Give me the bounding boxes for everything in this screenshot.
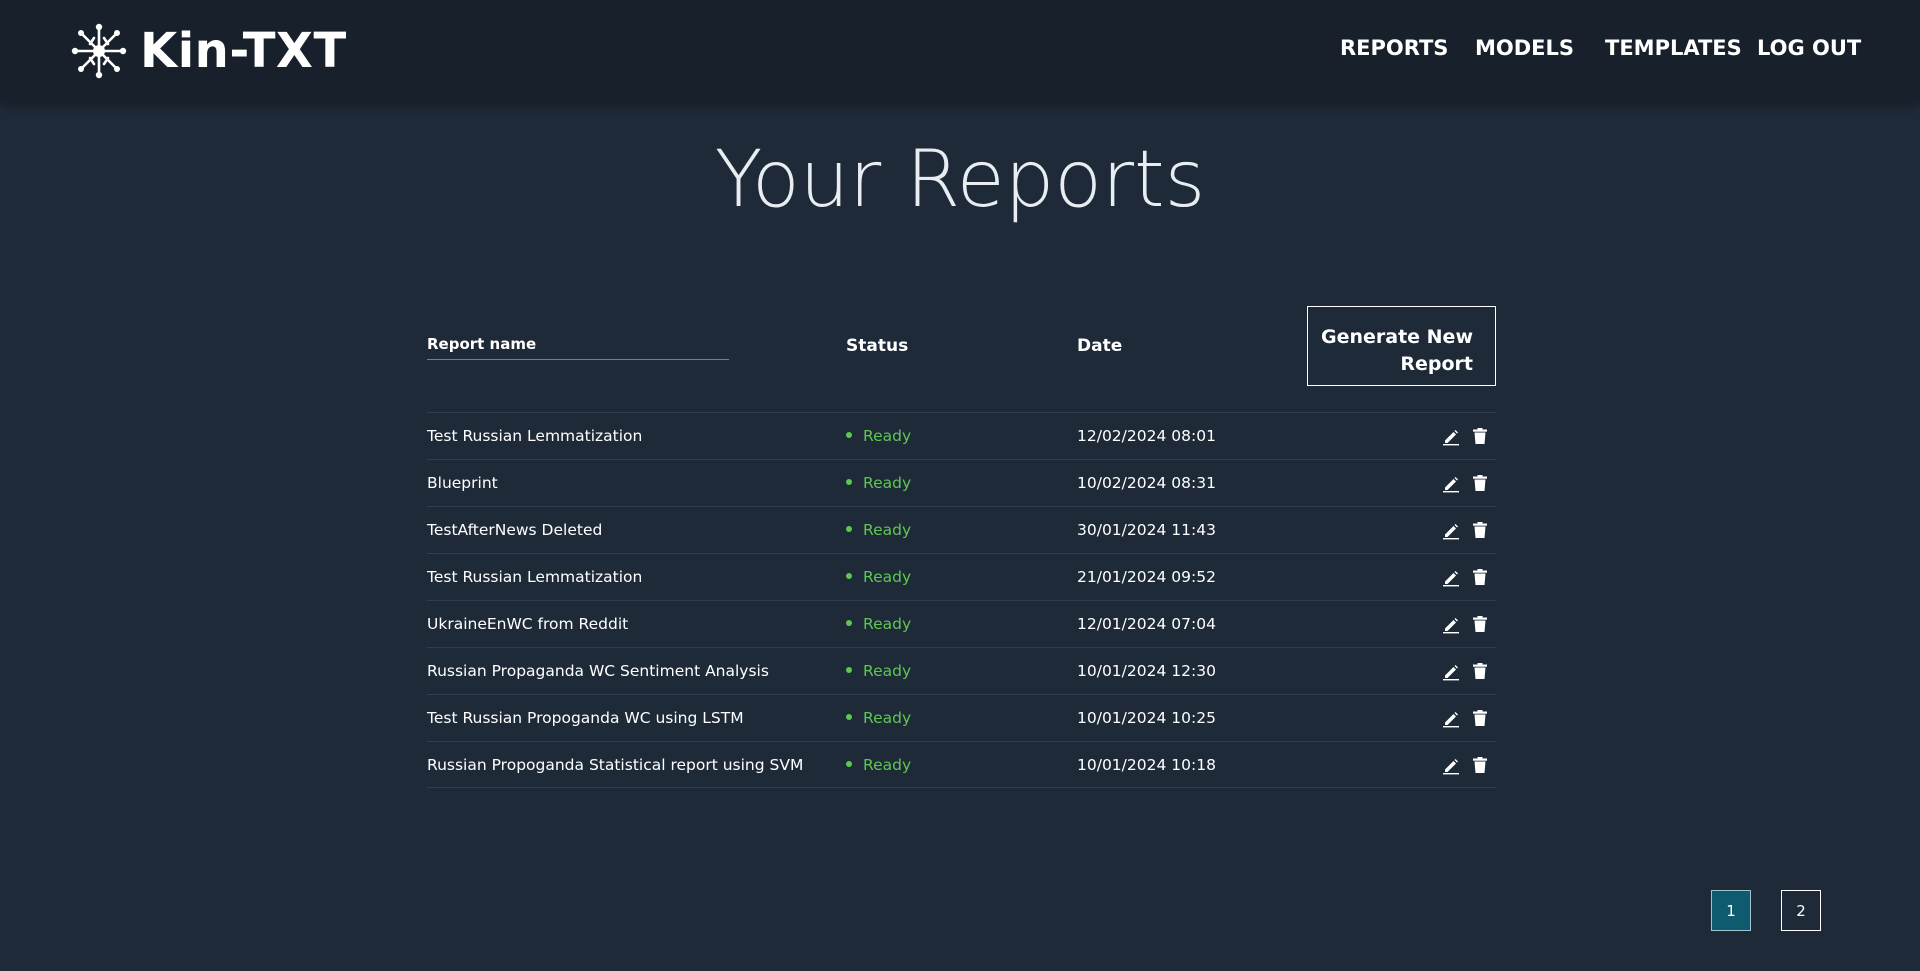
status-text: Ready bbox=[863, 521, 912, 539]
report-date: 21/01/2024 09:52 bbox=[1077, 568, 1216, 586]
report-name[interactable]: UkraineEnWC from Reddit bbox=[427, 615, 628, 633]
report-name-input[interactable] bbox=[427, 324, 729, 359]
pencil-icon[interactable] bbox=[1441, 661, 1461, 681]
report-name[interactable]: TestAfterNews Deleted bbox=[427, 521, 602, 539]
date-column-header: Date bbox=[1077, 336, 1123, 356]
status-text: Ready bbox=[863, 709, 912, 727]
status-text: Ready bbox=[863, 568, 912, 586]
pencil-icon[interactable] bbox=[1441, 426, 1461, 446]
status-badge: Ready bbox=[846, 568, 911, 586]
pencil-icon[interactable] bbox=[1441, 614, 1461, 634]
pencil-icon[interactable] bbox=[1441, 567, 1461, 587]
status-text: Ready bbox=[863, 474, 912, 492]
report-date: 10/01/2024 10:25 bbox=[1077, 709, 1216, 727]
report-date: 30/01/2024 11:43 bbox=[1077, 521, 1216, 539]
report-date: 12/02/2024 08:01 bbox=[1077, 427, 1216, 445]
row-actions bbox=[1441, 520, 1490, 540]
row-actions bbox=[1441, 426, 1490, 446]
page-2-button[interactable]: 2 bbox=[1781, 890, 1821, 931]
status-dot-icon bbox=[846, 761, 852, 767]
status-badge: Ready bbox=[846, 709, 911, 727]
report-date: 12/01/2024 07:04 bbox=[1077, 615, 1216, 633]
main-nav: REPORTS MODELS TEMPLATES LOG OUT bbox=[0, 36, 1920, 66]
status-text: Ready bbox=[863, 756, 912, 774]
status-dot-icon bbox=[846, 479, 852, 485]
status-dot-icon bbox=[846, 667, 852, 673]
status-badge: Ready bbox=[846, 615, 911, 633]
table-row[interactable]: UkraineEnWC from Reddit Ready 12/01/2024 0… bbox=[427, 600, 1496, 647]
status-text: Ready bbox=[863, 662, 912, 680]
report-name[interactable]: Russian Propaganda WC Sentiment Analysis bbox=[427, 662, 769, 680]
status-text: Ready bbox=[863, 427, 912, 445]
status-dot-icon bbox=[846, 714, 852, 720]
status-badge: Ready bbox=[846, 756, 911, 774]
nav-models-link[interactable]: MODELS bbox=[1475, 36, 1574, 60]
report-name[interactable]: Test Russian Propoganda WC using LSTM bbox=[427, 709, 744, 727]
pencil-icon[interactable] bbox=[1441, 755, 1461, 775]
nav-templates-link[interactable]: TEMPLATES bbox=[1605, 36, 1742, 60]
page-1-button[interactable]: 1 bbox=[1711, 890, 1751, 931]
table-row[interactable]: Test Russian Lemmatization Ready 12/02/202… bbox=[427, 412, 1496, 459]
row-actions bbox=[1441, 755, 1490, 775]
generate-button-line2: Report bbox=[1400, 353, 1473, 375]
table-row[interactable]: Test Russian Propoganda WC using LSTM Rea… bbox=[427, 694, 1496, 741]
status-dot-icon bbox=[846, 432, 852, 438]
status-dot-icon bbox=[846, 573, 852, 579]
report-name-filter[interactable] bbox=[427, 324, 729, 360]
nav-reports-link[interactable]: REPORTS bbox=[1340, 36, 1448, 60]
generate-button-line1: Generate New bbox=[1320, 326, 1473, 348]
report-name[interactable]: Blueprint bbox=[427, 474, 498, 492]
trash-icon[interactable] bbox=[1470, 567, 1490, 587]
trash-icon[interactable] bbox=[1470, 473, 1490, 493]
trash-icon[interactable] bbox=[1470, 755, 1490, 775]
table-row[interactable]: TestAfterNews Deleted Ready 30/01/2024 11:… bbox=[427, 506, 1496, 553]
status-column-header: Status bbox=[846, 336, 909, 356]
row-actions bbox=[1441, 708, 1490, 728]
pencil-icon[interactable] bbox=[1441, 473, 1461, 493]
trash-icon[interactable] bbox=[1470, 520, 1490, 540]
pencil-icon[interactable] bbox=[1441, 708, 1461, 728]
row-actions bbox=[1441, 567, 1490, 587]
generate-new-report-button[interactable]: Generate New Report bbox=[1307, 306, 1496, 386]
status-dot-icon bbox=[846, 620, 852, 626]
table-row[interactable]: Russian Propaganda WC Sentiment Analysis… bbox=[427, 647, 1496, 694]
report-date: 10/02/2024 08:31 bbox=[1077, 474, 1216, 492]
trash-icon[interactable] bbox=[1470, 426, 1490, 446]
trash-icon[interactable] bbox=[1470, 661, 1490, 681]
reports-table: Test Russian Lemmatization Ready 12/02/202… bbox=[427, 412, 1496, 788]
report-name[interactable]: Russian Propoganda Statistical report us… bbox=[427, 756, 803, 774]
table-row[interactable]: Test Russian Lemmatization Ready 21/01/202… bbox=[427, 553, 1496, 600]
nav-logout-link[interactable]: LOG OUT bbox=[1757, 36, 1861, 60]
pencil-icon[interactable] bbox=[1441, 520, 1461, 540]
status-text: Ready bbox=[863, 615, 912, 633]
top-header: Kin-TXT REPORTS MODELS TEMPLATES LOG OUT bbox=[0, 0, 1920, 102]
trash-icon[interactable] bbox=[1470, 708, 1490, 728]
status-dot-icon bbox=[846, 526, 852, 532]
report-name[interactable]: Test Russian Lemmatization bbox=[427, 568, 642, 586]
table-row[interactable]: Blueprint Ready 10/02/2024 08:31 bbox=[427, 459, 1496, 506]
trash-icon[interactable] bbox=[1470, 614, 1490, 634]
row-actions bbox=[1441, 614, 1490, 634]
page-title: Your Reports bbox=[714, 135, 1206, 225]
table-row[interactable]: Russian Propoganda Statistical report us… bbox=[427, 741, 1496, 788]
report-name[interactable]: Test Russian Lemmatization bbox=[427, 427, 642, 445]
status-badge: Ready bbox=[846, 521, 911, 539]
status-badge: Ready bbox=[846, 662, 911, 680]
report-date: 10/01/2024 12:30 bbox=[1077, 662, 1216, 680]
status-badge: Ready bbox=[846, 474, 911, 492]
row-actions bbox=[1441, 473, 1490, 493]
row-actions bbox=[1441, 661, 1490, 681]
status-badge: Ready bbox=[846, 427, 911, 445]
report-date: 10/01/2024 10:18 bbox=[1077, 756, 1216, 774]
